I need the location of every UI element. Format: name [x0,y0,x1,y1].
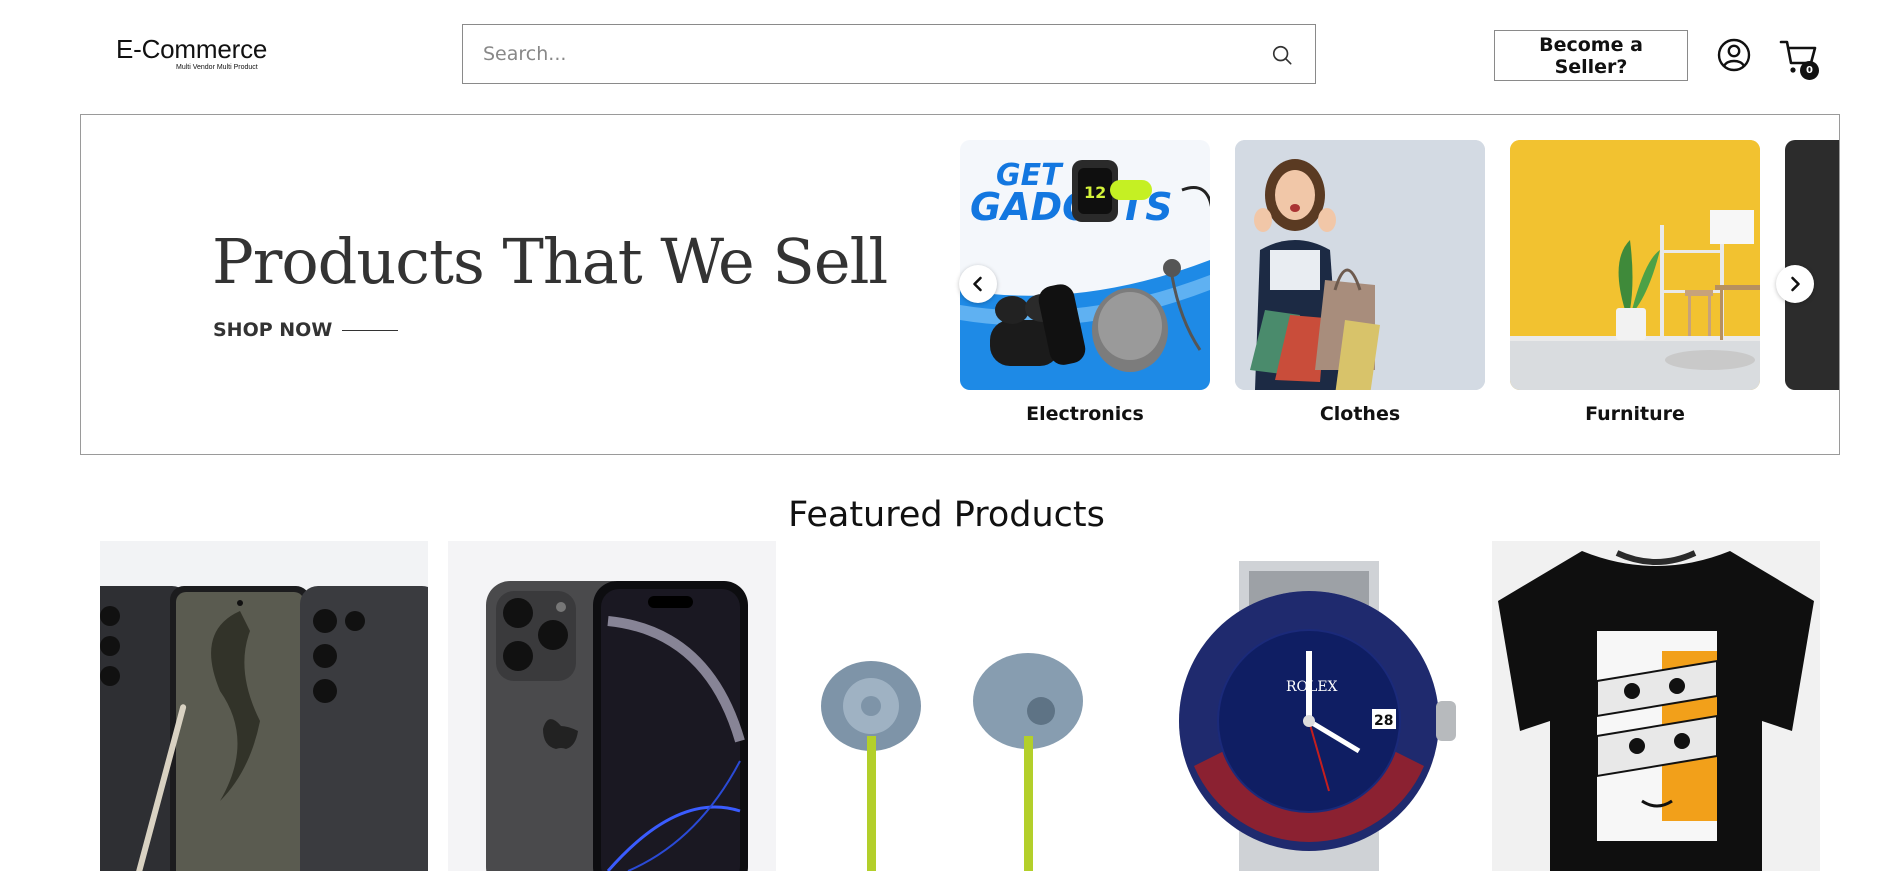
furniture-image [1510,140,1760,390]
product-card-tshirt[interactable] [1492,541,1820,871]
category-label-electronics: Electronics [1026,403,1144,425]
product-card-earphones[interactable] [796,541,1124,871]
cart-count-badge: 0 [1800,61,1819,80]
product-card-samsung[interactable] [100,541,428,871]
logo-subtitle: Multi Vendor Multi Product [176,64,258,71]
electronics-illustration: GET GADGETS 12 [960,158,1210,390]
product-image-earphones [821,653,1083,871]
category-label-furniture: Furniture [1585,403,1685,425]
category-card-clothes[interactable]: Clothes [1235,140,1485,425]
carousel-next-button[interactable] [1776,265,1814,303]
shop-now-underline [342,329,399,331]
svg-text:12: 12 [1084,183,1106,202]
category-card-electronics[interactable]: GET GADGETS 12 Electronics [960,140,1210,425]
user-icon[interactable] [1717,38,1751,72]
featured-products-title: Featured Products [788,495,1105,535]
product-card-iphone[interactable] [448,541,776,871]
clothes-image [1235,140,1485,390]
become-seller-button[interactable]: Become a Seller? [1494,30,1688,81]
category-card-furniture[interactable]: Furniture [1510,140,1760,425]
electronics-image: GET GADGETS 12 [960,140,1210,390]
shop-now-label: SHOP NOW [213,319,333,341]
product-image-tshirt [1498,550,1814,871]
search-bar [462,24,1316,84]
search-input[interactable] [463,25,1263,83]
product-image-samsung [100,586,428,871]
category-label-clothes: Clothes [1319,403,1401,425]
rolex-date: 28 [1374,713,1393,729]
product-image-rolex: ROLEX 28 [1179,561,1456,871]
product-image-iphone [486,581,748,871]
category-carousel: GET GADGETS 12 Electronics Clothes Furni… [960,140,1839,440]
search-icon[interactable] [1271,44,1293,66]
logo-title: E-Commerce [116,34,268,64]
logo[interactable]: E-Commerce Multi Vendor Multi Product [116,36,267,71]
chevron-right-icon [1791,276,1800,292]
shop-now-link[interactable]: SHOP NOW [213,319,399,341]
carousel-prev-button[interactable] [959,265,997,303]
furniture-illustration [1510,140,1760,390]
clothes-illustration [1235,140,1485,390]
chevron-left-icon [973,276,982,292]
product-card-rolex[interactable]: ROLEX 28 [1144,541,1472,871]
hero-banner: Products That We Sell SHOP NOW GET GADGE… [80,114,1840,455]
hero-title: Products That We Sell [212,225,888,298]
